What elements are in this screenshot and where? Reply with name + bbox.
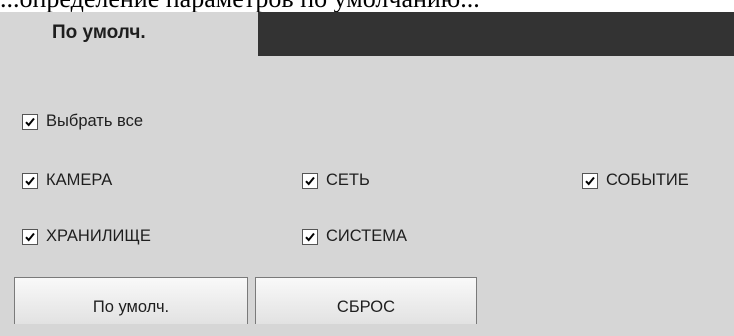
reset-button[interactable]: СБРОС (255, 277, 477, 324)
checkmark-icon (25, 176, 35, 186)
checkmark-icon (25, 117, 35, 127)
document-caption-fragment: ...определение параметров по умолчанию..… (0, 0, 734, 12)
checkmark-icon (305, 232, 315, 242)
network-label: СЕТЬ (326, 171, 370, 189)
checkbox-box[interactable] (582, 173, 598, 189)
checkmark-icon (305, 176, 315, 186)
checkmark-icon (585, 176, 595, 186)
tab-default[interactable]: По умолч. (14, 12, 258, 56)
checkbox-box[interactable] (302, 229, 318, 245)
caption-text: ...определение параметров по умолчанию..… (0, 0, 480, 12)
system-label: СИСТЕМА (326, 227, 407, 245)
storage-label: ХРАНИЛИЩЕ (46, 227, 151, 245)
default-settings-page: ...определение параметров по умолчанию..… (0, 0, 734, 336)
event-label: СОБЫТИЕ (606, 171, 689, 189)
settings-panel: По умолч. Выбрать все КАМЕРА СЕТЬ СОБЫТИ… (0, 12, 734, 336)
checkmark-icon (25, 232, 35, 242)
checkbox-box[interactable] (22, 173, 38, 189)
tab-bar-filler (258, 12, 734, 56)
checkbox-box[interactable] (22, 229, 38, 245)
tab-default-label: По умолч. (52, 22, 146, 43)
checkbox-box[interactable] (302, 173, 318, 189)
checkbox-box[interactable] (22, 114, 38, 130)
camera-label: КАМЕРА (46, 171, 113, 189)
checkbox-row-1: КАМЕРА СЕТЬ СОБЫТИЕ (0, 171, 734, 196)
default-button[interactable]: По умолч. (14, 277, 248, 324)
select-all-label: Выбрать все (46, 112, 144, 130)
tab-bar: По умолч. (0, 12, 734, 56)
